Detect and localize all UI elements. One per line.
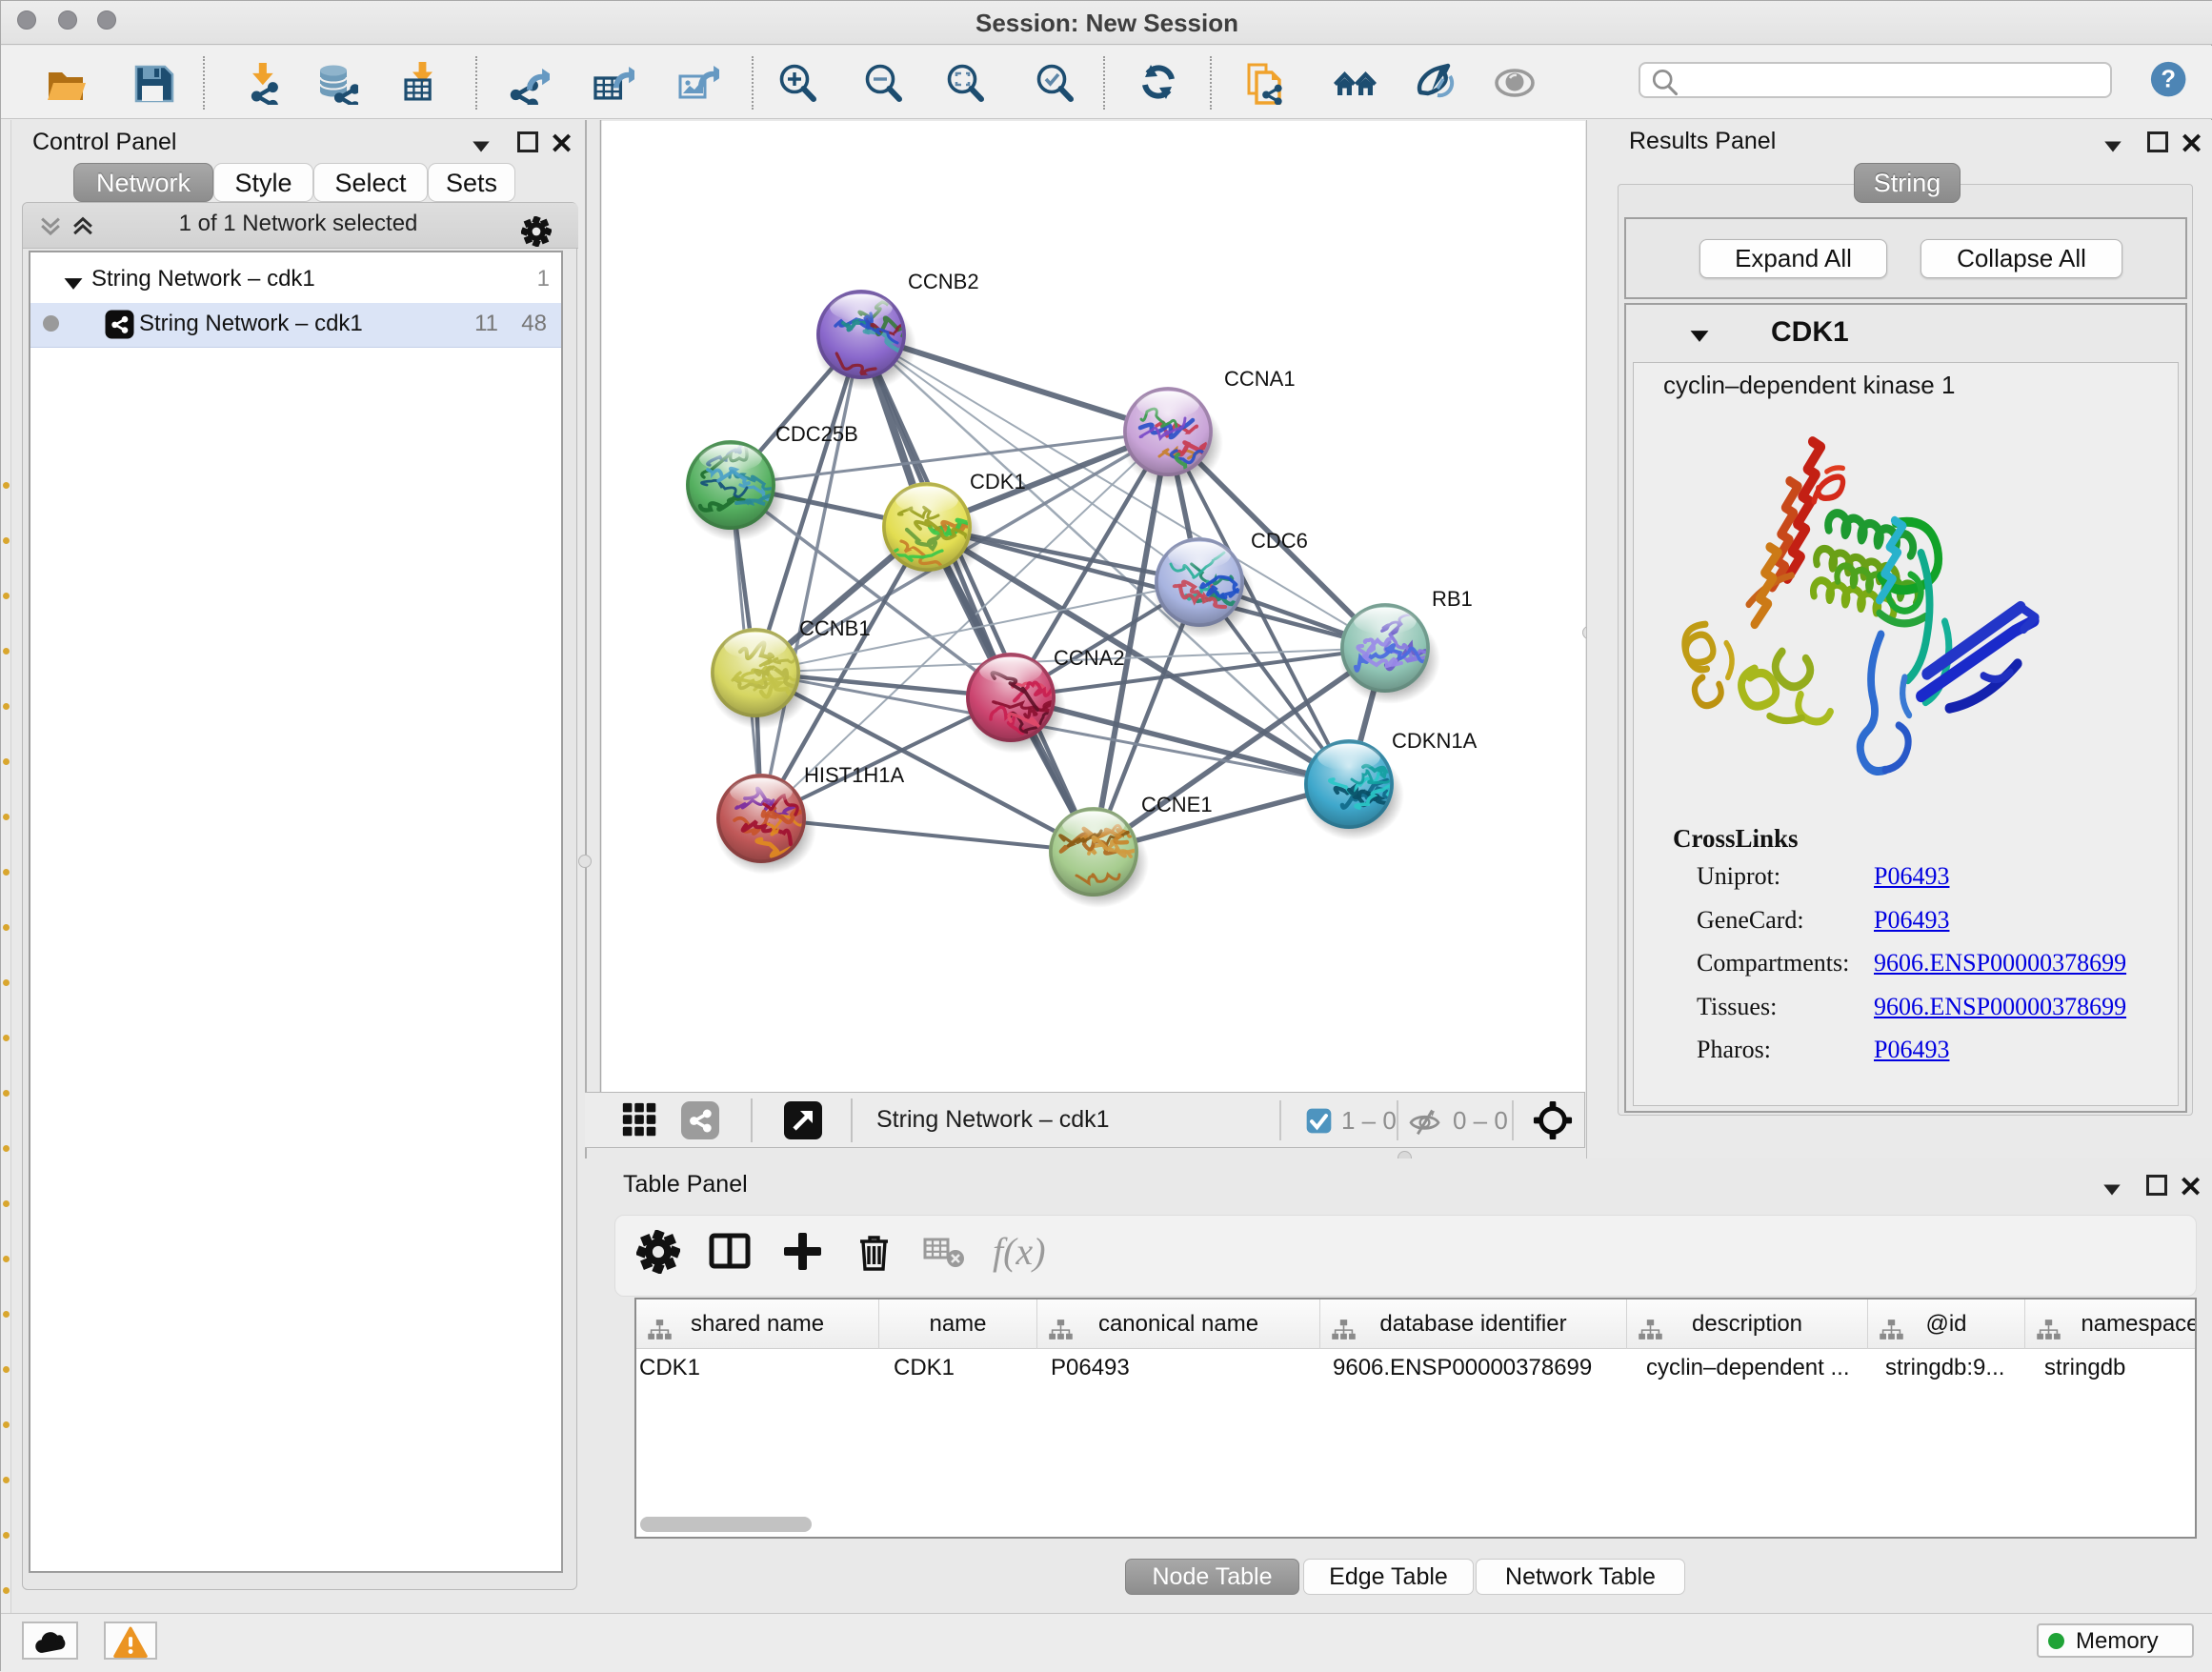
svg-text:CCNA2: CCNA2 — [1054, 646, 1125, 670]
svg-text:?: ? — [2161, 66, 2176, 92]
svg-text:HIST1H1A: HIST1H1A — [804, 763, 904, 787]
svg-text:CCNB2: CCNB2 — [908, 270, 979, 293]
svg-text:RB1: RB1 — [1432, 587, 1473, 611]
svg-text:CCNE1: CCNE1 — [1141, 793, 1213, 816]
svg-text:CDK1: CDK1 — [970, 470, 1026, 494]
svg-text:CCNB1: CCNB1 — [799, 616, 871, 640]
svg-text:CCNA1: CCNA1 — [1224, 367, 1296, 391]
svg-text:CDC25B: CDC25B — [775, 422, 858, 446]
svg-text:CDKN1A: CDKN1A — [1392, 729, 1478, 753]
svg-text:CDC6: CDC6 — [1251, 529, 1308, 553]
